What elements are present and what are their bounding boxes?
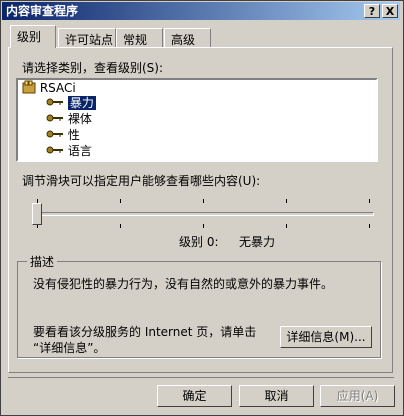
more-info-line1: 要看看该分级服务的 Internet 页，请单击	[33, 325, 257, 339]
tree-item-label: 性	[67, 128, 80, 142]
slider-tick	[120, 199, 121, 203]
details-button[interactable]: 详细信息(M)...	[280, 326, 372, 348]
tree-item-sex[interactable]: 性	[46, 127, 80, 143]
key-icon	[46, 98, 63, 106]
tree-item-label: 语言	[67, 144, 92, 158]
ratings-root-icon	[22, 80, 36, 94]
apply-button[interactable]: 应用(A)	[320, 385, 395, 407]
slider-tick	[203, 224, 204, 228]
tree-item-label: 裸体	[67, 112, 92, 126]
description-title: 描述	[27, 253, 58, 270]
level-text: 级别 0:	[179, 235, 219, 249]
level-description: 无暴力	[239, 235, 276, 249]
divider	[8, 377, 394, 378]
ok-button[interactable]: 确定	[157, 385, 232, 407]
category-tree[interactable]: RSACi 暴力 裸体 性 语言	[16, 78, 378, 162]
category-label: 请选择类别，查看级别(S):	[22, 61, 164, 75]
tree-root[interactable]: RSACi	[22, 80, 76, 96]
slider-tick	[286, 224, 287, 228]
tree-item-label: 暴力	[67, 96, 96, 110]
description-text: 没有侵犯性的暴力行为，没有自然的或意外的暴力事件。	[33, 277, 334, 291]
tree-item-nudity[interactable]: 裸体	[46, 111, 92, 127]
tree-item-violence[interactable]: 暴力	[46, 95, 96, 111]
key-icon	[46, 130, 63, 138]
root-label: RSACi	[39, 81, 76, 95]
slider-tick	[369, 224, 370, 228]
key-icon	[46, 146, 63, 154]
slider-tick	[120, 224, 121, 228]
key-icon	[46, 114, 63, 122]
slider-tick	[369, 199, 370, 203]
cancel-button[interactable]: 取消	[239, 385, 314, 407]
tree-item-language[interactable]: 语言	[46, 143, 92, 159]
slider-label: 调节滑块可以指定用户能够查看哪些内容(U):	[22, 174, 261, 188]
rating-slider-track[interactable]	[32, 212, 374, 216]
rating-slider-thumb[interactable]	[32, 203, 42, 225]
slider-tick	[286, 199, 287, 203]
slider-tick	[203, 199, 204, 203]
more-info-line2: “详细信息”。	[33, 341, 106, 355]
